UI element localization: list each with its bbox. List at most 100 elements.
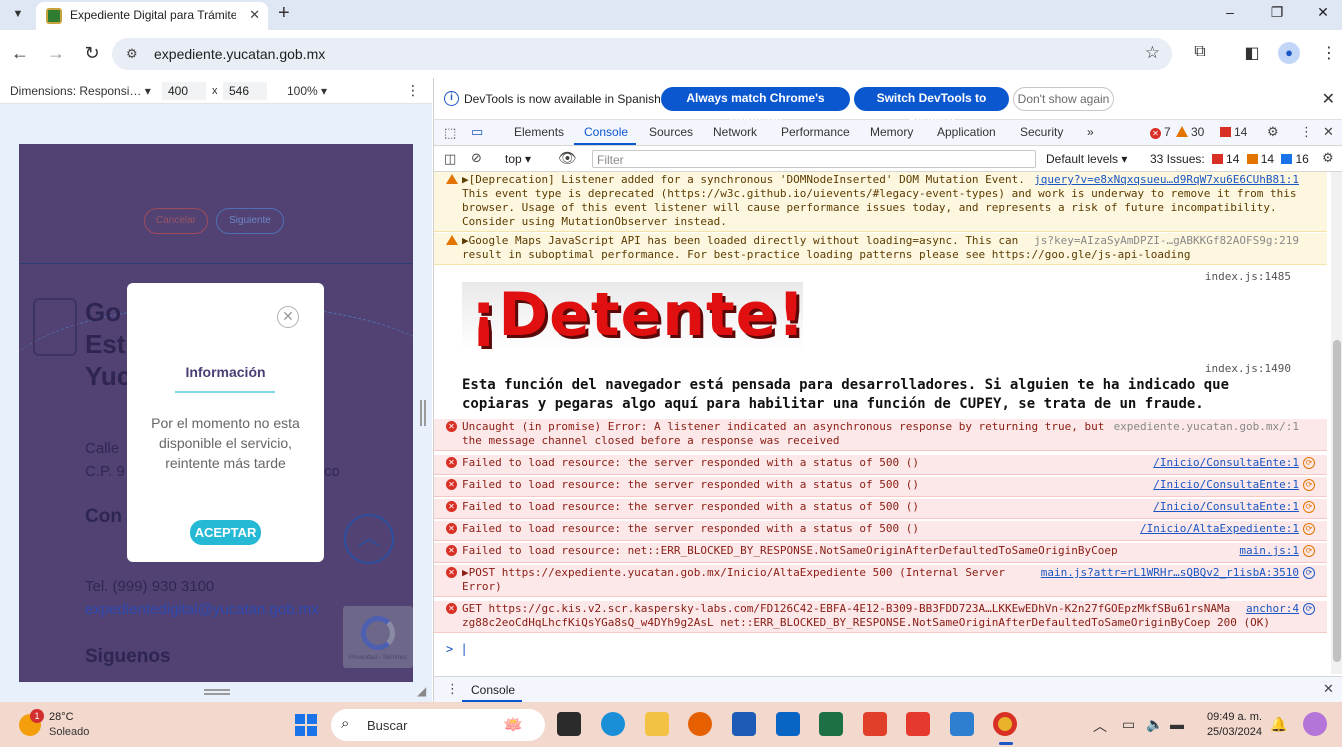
console-source-link[interactable]: /Inicio/ConsultaEnte:1 bbox=[1153, 456, 1299, 470]
console-source-link[interactable]: expediente.yucatan.gob.mx/:1 bbox=[1114, 420, 1299, 434]
console-source-link[interactable]: js?key=AIzaSyAmDPZI-…gABKKGf82AOFS9g:219 bbox=[1034, 234, 1299, 248]
browser-tab-active[interactable]: Expediente Digital para Trámite ✕ bbox=[36, 2, 268, 30]
weather-temperature[interactable]: 28°C bbox=[49, 711, 74, 723]
devtools-close-icon[interactable]: ✕ bbox=[1323, 124, 1334, 140]
console-scrollbar[interactable] bbox=[1331, 172, 1342, 674]
omnibox[interactable]: ⚙ expediente.yucatan.gob.mx ☆ bbox=[112, 38, 1172, 70]
side-panel-icon[interactable]: ◧ bbox=[1240, 43, 1264, 63]
console-source-link[interactable]: /Inicio/ConsultaEnte:1 bbox=[1153, 500, 1299, 514]
next-button[interactable]: Siguiente bbox=[216, 208, 284, 234]
sidebar-toggle-icon[interactable]: ◫ bbox=[444, 151, 456, 167]
copilot-icon[interactable] bbox=[1303, 712, 1327, 736]
battery-icon[interactable]: ▬ bbox=[1170, 716, 1184, 732]
console-error[interactable]: ✕ Uncaught (in promise) Error: A listene… bbox=[434, 419, 1327, 451]
tab-search-icon[interactable]: ▼ bbox=[8, 4, 28, 24]
console-source-link[interactable]: main.js:1 bbox=[1239, 544, 1299, 558]
network-request-icon[interactable]: ⟳ bbox=[1303, 457, 1315, 469]
console-warning[interactable]: ▶Google Maps JavaScript API has been loa… bbox=[434, 233, 1327, 265]
profile-avatar-icon[interactable]: ● bbox=[1278, 42, 1300, 64]
console-source-link[interactable]: index.js:1490 bbox=[1205, 362, 1291, 375]
forward-arrow-icon[interactable]: → bbox=[44, 43, 68, 64]
console-warning[interactable]: ▶[Deprecation] Listener added for a sync… bbox=[434, 172, 1327, 232]
more-tabs-icon[interactable]: » bbox=[1087, 125, 1094, 139]
device-toggle-icon[interactable]: ▭ bbox=[471, 124, 483, 140]
console-error[interactable]: ✕ Failed to load resource: the server re… bbox=[434, 455, 1327, 475]
tab-application[interactable]: Application bbox=[937, 125, 996, 139]
console-source-link[interactable]: /Inicio/ConsultaEnte:1 bbox=[1153, 478, 1299, 492]
device-more-icon[interactable]: ⋮ bbox=[406, 82, 420, 99]
infobar-close-icon[interactable]: ✕ bbox=[1322, 89, 1335, 109]
outlook-icon[interactable] bbox=[776, 712, 800, 736]
network-icon[interactable]: ▭ bbox=[1122, 716, 1135, 733]
network-request-icon[interactable]: ⟳ bbox=[1303, 603, 1315, 615]
resize-corner-icon[interactable]: ◢ bbox=[417, 684, 426, 698]
tab-network[interactable]: Network bbox=[713, 125, 757, 139]
store-icon[interactable] bbox=[732, 712, 756, 736]
window-minimize-button[interactable]: – bbox=[1218, 4, 1242, 20]
system-clock[interactable]: 09:49 a. m. 25/03/2024 bbox=[1200, 710, 1262, 740]
bookmark-star-icon[interactable]: ☆ bbox=[1145, 43, 1160, 63]
new-tab-button[interactable]: + bbox=[278, 2, 290, 25]
zoom-dropdown[interactable]: 100% ▾ bbox=[287, 84, 327, 98]
console-error[interactable]: ✕ Failed to load resource: net::ERR_BLOC… bbox=[434, 543, 1327, 563]
notepad-icon[interactable] bbox=[950, 712, 974, 736]
resize-side-handle[interactable] bbox=[420, 400, 426, 426]
tab-memory[interactable]: Memory bbox=[870, 125, 913, 139]
console-error[interactable]: ✕ GET https://gc.kis.v2.scr.kaspersky-la… bbox=[434, 601, 1327, 633]
tab-performance[interactable]: Performance bbox=[781, 125, 850, 139]
weather-condition[interactable]: Soleado bbox=[49, 726, 89, 738]
console-filter-input[interactable]: Filter bbox=[592, 150, 1036, 168]
tab-security[interactable]: Security bbox=[1020, 125, 1063, 139]
taskbar-search[interactable]: ⌕ Buscar 🪷 bbox=[331, 709, 545, 741]
tab-elements[interactable]: Elements bbox=[514, 125, 564, 139]
scroll-top-button[interactable]: ︿ bbox=[344, 514, 394, 564]
dimensions-dropdown[interactable]: Dimensions: Responsi… ▾ bbox=[10, 84, 151, 98]
accept-button[interactable]: ACEPTAR bbox=[190, 520, 261, 545]
drawer-tab-console[interactable]: Console bbox=[471, 683, 515, 697]
console-source-link[interactable]: jquery?v=e8xNqxqsueu…d9RqW7xu6E6CUhB81:1 bbox=[1034, 173, 1299, 187]
scrollbar-thumb[interactable] bbox=[1333, 340, 1341, 662]
drawer-menu-icon[interactable]: ⋮ bbox=[446, 681, 459, 697]
window-close-button[interactable]: ✕ bbox=[1311, 4, 1335, 21]
back-arrow-icon[interactable]: ← bbox=[8, 43, 32, 64]
excel-icon[interactable] bbox=[819, 712, 843, 736]
tray-chevron-icon[interactable]: ︿ bbox=[1093, 716, 1107, 736]
chrome-icon[interactable] bbox=[993, 712, 1017, 736]
issues-counter[interactable]: 33 Issues: 14 14 16 bbox=[1150, 152, 1309, 166]
console-error[interactable]: ✕ ▶POST https://expediente.yucatan.gob.m… bbox=[434, 565, 1327, 597]
tab-console[interactable]: Console bbox=[584, 125, 628, 139]
pdf-reader-icon[interactable] bbox=[863, 712, 887, 736]
console-error[interactable]: ✕ Failed to load resource: the server re… bbox=[434, 521, 1327, 541]
width-input[interactable]: 400 bbox=[162, 82, 206, 100]
task-view-icon[interactable] bbox=[557, 712, 581, 736]
switch-spanish-button[interactable]: Switch DevTools to Spanish bbox=[854, 87, 1009, 127]
recaptcha-badge[interactable]: Privacidad - Términos bbox=[343, 606, 413, 668]
volume-icon[interactable]: 🔈 bbox=[1146, 716, 1163, 733]
resize-bottom-handle[interactable] bbox=[204, 689, 230, 695]
anydesk-icon[interactable] bbox=[906, 712, 930, 736]
clear-console-icon[interactable]: ⊘ bbox=[471, 150, 482, 166]
match-language-button[interactable]: Always match Chrome's language bbox=[661, 87, 850, 127]
console-settings-icon[interactable]: ⚙ bbox=[1322, 150, 1334, 166]
notification-bell-icon[interactable]: 🔔 bbox=[1270, 716, 1287, 733]
extensions-puzzle-icon[interactable]: ⧉ bbox=[1188, 43, 1212, 61]
console-error[interactable]: ✕ Failed to load resource: the server re… bbox=[434, 477, 1327, 497]
devtools-menu-icon[interactable]: ⋮ bbox=[1300, 124, 1313, 140]
console-source-link[interactable]: index.js:1485 bbox=[1205, 270, 1291, 283]
firefox-icon[interactable] bbox=[688, 712, 712, 736]
site-info-icon[interactable]: ⚙ bbox=[126, 46, 138, 62]
console-prompt[interactable]: > | bbox=[446, 642, 468, 656]
error-count[interactable]: ✕ 7 bbox=[1150, 125, 1171, 139]
inspect-element-icon[interactable]: ⬚ bbox=[444, 125, 456, 141]
context-selector[interactable]: top ▾ bbox=[505, 152, 531, 166]
file-explorer-icon[interactable] bbox=[645, 712, 669, 736]
modal-close-icon[interactable]: ✕ bbox=[277, 306, 299, 328]
console-source-link[interactable]: main.js?attr=rL1WRHr…sQBQv2_r1isbA:3510 bbox=[1041, 566, 1299, 580]
network-request-icon[interactable]: ⟳ bbox=[1303, 545, 1315, 557]
height-input[interactable]: 546 bbox=[223, 82, 267, 100]
tab-sources[interactable]: Sources bbox=[649, 125, 693, 139]
cancel-button[interactable]: Cancelar bbox=[144, 208, 208, 234]
issue-count[interactable]: 14 bbox=[1220, 125, 1247, 139]
tab-close-icon[interactable]: ✕ bbox=[249, 7, 260, 23]
reload-icon[interactable]: ↻ bbox=[80, 43, 104, 64]
